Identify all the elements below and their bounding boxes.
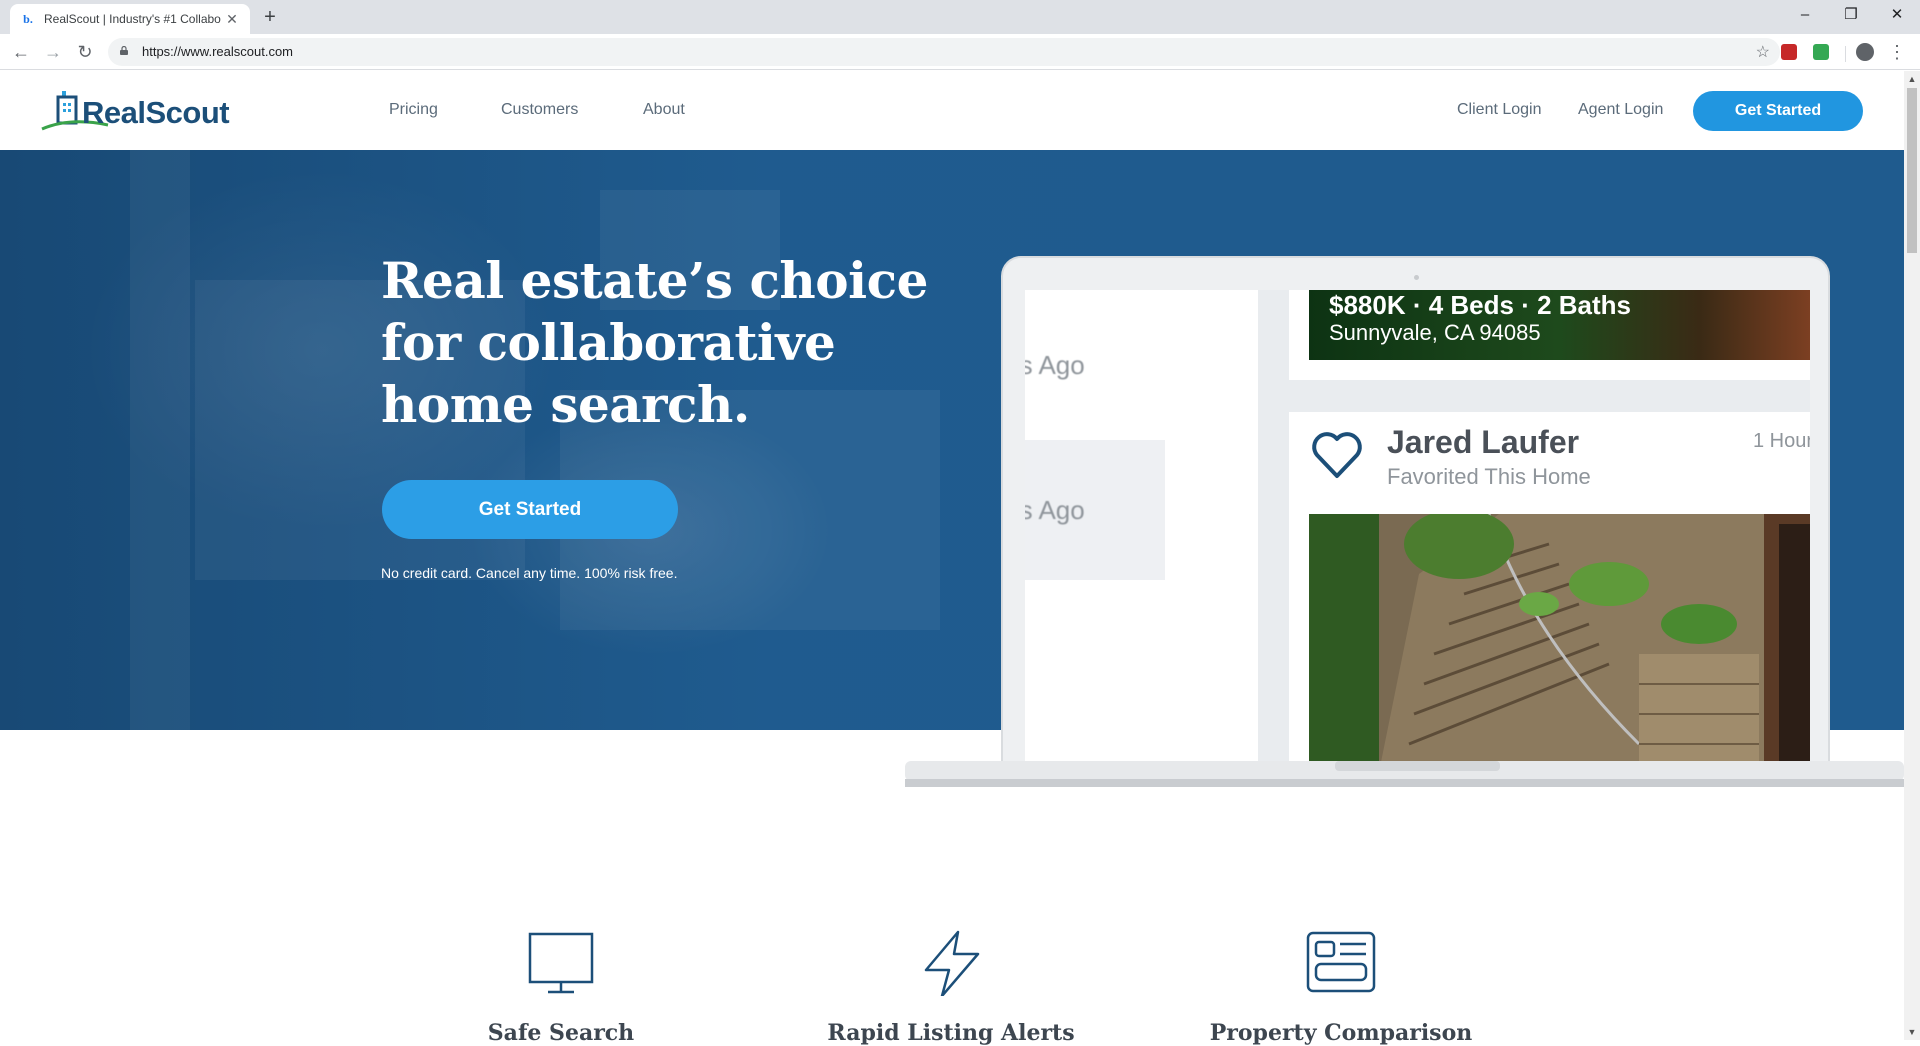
site-header: RealScout Pricing Customers About Client… xyxy=(0,71,1904,150)
laptop-base xyxy=(905,761,1904,787)
restore-button[interactable]: ❐ xyxy=(1828,0,1874,30)
agent-login-link[interactable]: Agent Login xyxy=(1578,101,1663,119)
nav-pricing[interactable]: Pricing xyxy=(389,101,438,119)
tab-title: RealScout | Industry's #1 Collabo xyxy=(44,12,221,26)
realscout-logo[interactable]: RealScout xyxy=(40,87,230,137)
browser-menu-icon[interactable]: ⋮ xyxy=(1888,40,1906,64)
scroll-down-arrow-icon[interactable]: ▼ xyxy=(1904,1024,1920,1040)
back-arrow-icon[interactable]: ← xyxy=(9,40,33,64)
heart-icon xyxy=(1312,432,1362,478)
feature-label: Safe Search xyxy=(487,1020,635,1046)
feature-property-comparison: Property Comparison xyxy=(1191,930,1491,1046)
browser-tab[interactable]: b. RealScout | Industry's #1 Collabo ✕ xyxy=(10,4,250,34)
feature-rapid-listing-alerts: Rapid Listing Alerts xyxy=(801,930,1101,1046)
laptop-camera xyxy=(1414,275,1419,280)
hero-get-started-button[interactable]: Get Started xyxy=(382,480,678,539)
minimize-button[interactable]: – xyxy=(1782,0,1828,30)
toolbar-divider xyxy=(1845,46,1846,62)
nav-about[interactable]: About xyxy=(643,101,685,119)
monitor-icon xyxy=(528,932,594,994)
hero-title: Real estate’s choice for collaborative h… xyxy=(381,251,928,434)
listing-price: $880K · 4 Beds · 2 Baths xyxy=(1329,290,1632,320)
feature-label: Rapid Listing Alerts xyxy=(827,1020,1075,1046)
red-extension-icon[interactable] xyxy=(1781,44,1797,60)
page-scrollbar[interactable]: ▲ ▼ xyxy=(1904,71,1920,1040)
client-login-link[interactable]: Client Login xyxy=(1457,101,1542,119)
stone-stairs-illustration xyxy=(1309,514,1810,761)
activity-card: Jared Laufer Favorited This Home 1 Hour xyxy=(1289,412,1810,761)
header-get-started-button[interactable]: Get Started xyxy=(1693,91,1863,131)
listing-card: $880K · 4 Beds · 2 Baths Sunnyvale, CA 9… xyxy=(1289,290,1810,380)
lock-icon xyxy=(120,46,128,55)
activity-time-text: rs Ago xyxy=(1025,350,1085,380)
new-tab-button[interactable]: + xyxy=(258,5,282,29)
hero-note: No credit card. Cancel any time. 100% ri… xyxy=(381,565,678,581)
tab-close-icon[interactable]: ✕ xyxy=(224,11,240,27)
realscout-favicon-icon: b. xyxy=(23,12,33,26)
logo-text: RealScout xyxy=(82,95,230,130)
reload-icon[interactable]: ↻ xyxy=(73,40,97,64)
laptop-screen: rs Ago rs Ago $880K · 4 Beds · 2 Baths S… xyxy=(1025,290,1810,761)
green-extension-icon[interactable] xyxy=(1813,44,1829,60)
feature-label: Property Comparison xyxy=(1209,1020,1473,1046)
activity-action: Favorited This Home xyxy=(1387,464,1591,489)
scroll-up-arrow-icon[interactable]: ▲ xyxy=(1904,71,1920,87)
listing-address: Sunnyvale, CA 94085 xyxy=(1329,320,1541,345)
close-window-button[interactable]: ✕ xyxy=(1874,0,1920,30)
lightning-icon xyxy=(924,930,980,996)
browser-toolbar: ← → ↻ https://www.realscout.com ☆ ⋮ xyxy=(0,34,1920,70)
listing-photo: $880K · 4 Beds · 2 Baths Sunnyvale, CA 9… xyxy=(1309,290,1810,360)
forward-arrow-icon[interactable]: → xyxy=(41,40,65,64)
screen-left-panel: rs Ago rs Ago xyxy=(1025,290,1258,761)
activity-time: 1 Hour xyxy=(1753,430,1810,452)
id-card-icon xyxy=(1306,931,1376,993)
feature-safe-search: Safe Search xyxy=(411,930,711,1046)
url-text: https://www.realscout.com xyxy=(142,44,293,59)
address-bar[interactable]: https://www.realscout.com ☆ xyxy=(108,38,1780,66)
scroll-thumb[interactable] xyxy=(1907,88,1917,253)
bookmark-star-icon[interactable]: ☆ xyxy=(1756,42,1770,62)
nav-customers[interactable]: Customers xyxy=(501,101,578,119)
house-photo xyxy=(1309,514,1810,761)
activity-user-name: Jared Laufer xyxy=(1387,424,1580,460)
profile-avatar-icon[interactable] xyxy=(1856,43,1874,61)
laptop-mockup: rs Ago rs Ago $880K · 4 Beds · 2 Baths S… xyxy=(1001,256,1830,761)
hero-door-shape xyxy=(130,150,190,730)
activity-time-text: rs Ago xyxy=(1025,495,1085,525)
browser-tabstrip: b. RealScout | Industry's #1 Collabo ✕ +… xyxy=(0,0,1920,34)
